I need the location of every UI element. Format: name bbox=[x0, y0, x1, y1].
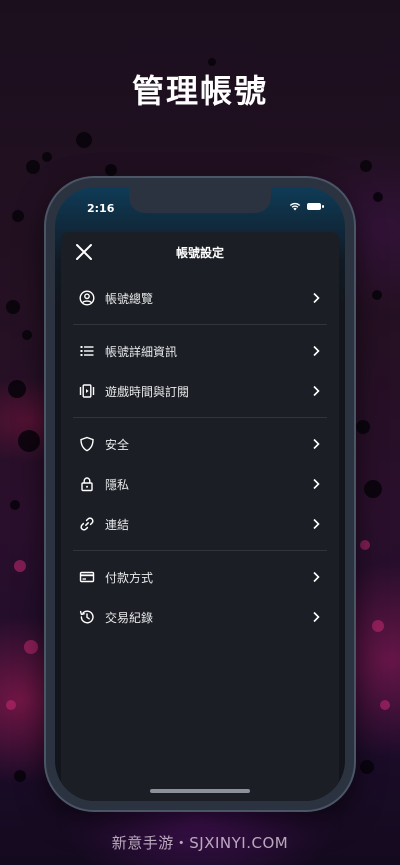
menu-section-account: 帳號詳細資訊 遊戲時間與訂閱 bbox=[73, 324, 327, 417]
status-icons bbox=[289, 202, 324, 211]
chevron-right-icon bbox=[313, 571, 320, 583]
link-icon bbox=[79, 516, 95, 532]
chevron-right-icon bbox=[313, 478, 320, 490]
chevron-right-icon bbox=[313, 518, 320, 530]
phone-frame: 2:16 帳號設定 帳號總覽 帳號詳細資訊 遊戲時間與訂閱 安全 隱私 連結 付… bbox=[46, 178, 354, 810]
menu-item-label: 付款方式 bbox=[105, 570, 154, 585]
watermark: 新意手游・SJXINYI.COM bbox=[111, 834, 289, 852]
home-indicator[interactable] bbox=[150, 789, 250, 793]
battery-icon bbox=[307, 203, 324, 210]
menu-item-connections[interactable]: 連結 bbox=[73, 504, 327, 544]
wifi-icon bbox=[289, 202, 301, 211]
sheet-title: 帳號設定 bbox=[175, 246, 224, 260]
menu-item-transaction-history[interactable]: 交易紀錄 bbox=[73, 597, 327, 637]
menu-section-overview: 帳號總覽 bbox=[73, 272, 327, 324]
menu-item-account-details[interactable]: 帳號詳細資訊 bbox=[73, 331, 327, 371]
menu-item-privacy[interactable]: 隱私 bbox=[73, 464, 327, 504]
chevron-right-icon bbox=[313, 345, 320, 357]
lock-icon bbox=[79, 476, 95, 492]
menu-item-game-time-subscriptions[interactable]: 遊戲時間與訂閱 bbox=[73, 371, 327, 411]
account-settings-sheet: 帳號設定 帳號總覽 帳號詳細資訊 遊戲時間與訂閱 安全 隱私 連結 付款方式 交… bbox=[61, 232, 339, 801]
account-circle-icon bbox=[79, 290, 95, 306]
chevron-right-icon bbox=[313, 611, 320, 623]
menu-item-label: 遊戲時間與訂閱 bbox=[105, 384, 190, 399]
menu-section-billing: 付款方式 交易紀錄 bbox=[73, 550, 327, 637]
subscription-icon bbox=[79, 383, 95, 399]
notch bbox=[129, 187, 271, 213]
phone-screen: 2:16 帳號設定 帳號總覽 帳號詳細資訊 遊戲時間與訂閱 安全 隱私 連結 付… bbox=[55, 187, 345, 801]
list-icon bbox=[79, 343, 95, 359]
menu-section-security: 安全 隱私 連結 bbox=[73, 417, 327, 550]
history-icon bbox=[79, 609, 95, 625]
page-title: 管理帳號 bbox=[131, 72, 268, 110]
menu-item-label: 隱私 bbox=[105, 477, 130, 492]
menu-item-security[interactable]: 安全 bbox=[73, 424, 327, 464]
menu-item-label: 帳號詳細資訊 bbox=[105, 344, 178, 359]
menu-item-account-overview[interactable]: 帳號總覽 bbox=[73, 278, 327, 318]
menu-item-label: 連結 bbox=[105, 517, 130, 532]
menu-item-label: 交易紀錄 bbox=[105, 610, 154, 625]
menu-item-label: 帳號總覽 bbox=[105, 291, 154, 306]
menu-item-payment-methods[interactable]: 付款方式 bbox=[73, 557, 327, 597]
chevron-right-icon bbox=[313, 385, 320, 397]
shield-icon bbox=[79, 436, 95, 452]
menu-item-label: 安全 bbox=[105, 437, 130, 452]
chevron-right-icon bbox=[313, 438, 320, 450]
status-time: 2:16 bbox=[87, 202, 115, 215]
chevron-right-icon bbox=[313, 292, 320, 304]
sheet-header: 帳號設定 bbox=[61, 232, 339, 272]
credit-card-icon bbox=[79, 569, 95, 585]
